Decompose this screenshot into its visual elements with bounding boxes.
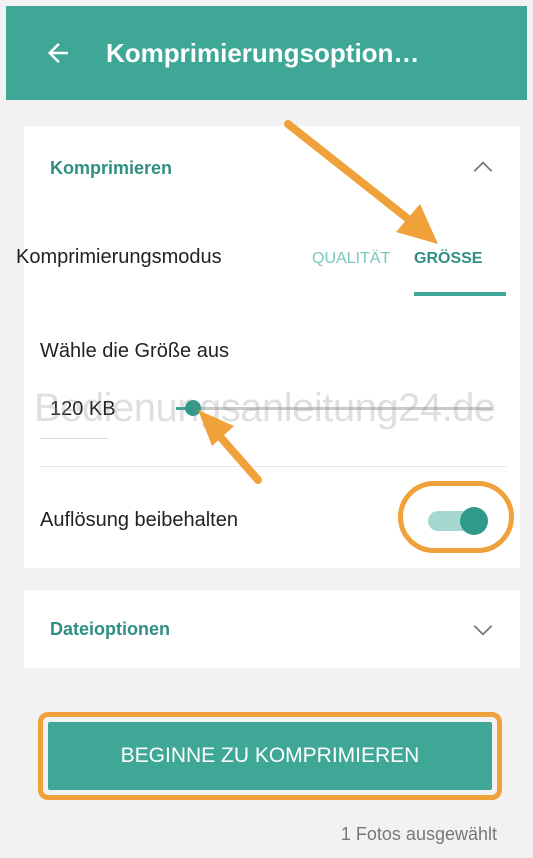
arrow-to-slider [198, 410, 262, 484]
arrow-to-size-tab [284, 120, 438, 244]
screen: Komprimierungsoption… Komprimieren Kompr… [0, 0, 533, 858]
annotation-arrows [198, 120, 438, 484]
